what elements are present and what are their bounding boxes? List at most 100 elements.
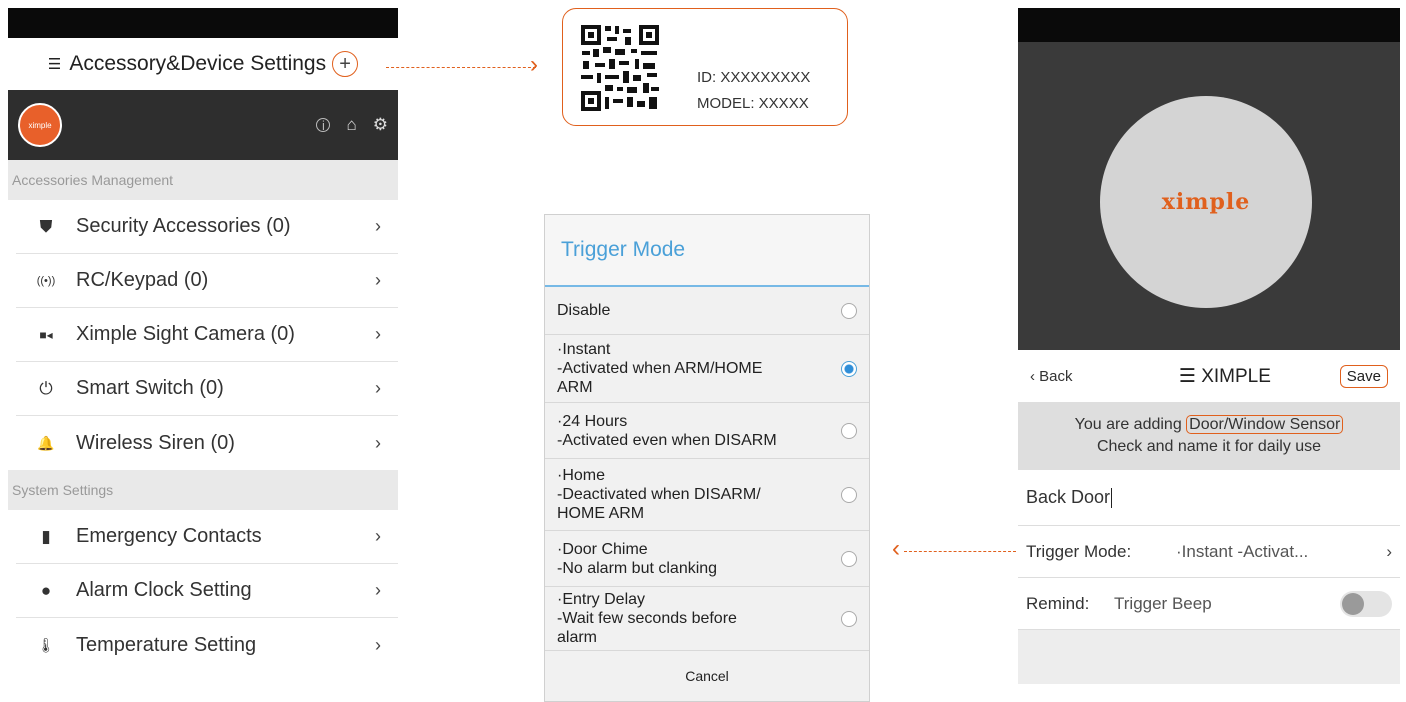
device-id-text: ID: XXXXXXXXX bbox=[697, 69, 811, 86]
dialog-title: Trigger Mode bbox=[545, 215, 869, 287]
section-accessories-management: Accessories Management bbox=[8, 160, 398, 200]
thermometer-icon: 🌡 bbox=[37, 636, 55, 653]
device-qr-label: ID: XXXXXXXXX MODEL: XXXXX bbox=[562, 8, 848, 126]
radio-button[interactable] bbox=[841, 550, 857, 567]
home-icon[interactable]: ⌂ bbox=[346, 115, 356, 135]
trigger-option-entry-delay[interactable]: ·Entry Delay -Wait few seconds before al… bbox=[545, 587, 869, 651]
option-label: Disable bbox=[557, 302, 611, 319]
radio-button-selected[interactable] bbox=[841, 360, 857, 377]
trigger-option-door-chime[interactable]: ·Door Chime -No alarm but clanking bbox=[545, 531, 869, 587]
list-item-label: Temperature Setting bbox=[76, 633, 257, 656]
toggle-knob bbox=[1342, 592, 1364, 615]
chevron-right-icon: › bbox=[1386, 541, 1392, 561]
contacts-icon: ▮ bbox=[41, 526, 51, 546]
shield-icon: ⛊ bbox=[39, 216, 53, 236]
device-model-text: MODEL: XXXXX bbox=[697, 95, 809, 112]
list-item-label: Smart Switch (0) bbox=[76, 377, 224, 399]
nav-bar: ‹ Back ☰ XIMPLE Save bbox=[1018, 350, 1400, 402]
chevron-right-icon: › bbox=[375, 324, 381, 344]
list-item-temperature-setting[interactable]: 🌡 Temperature Setting › bbox=[16, 618, 398, 672]
radio-button[interactable] bbox=[841, 486, 857, 503]
status-bar bbox=[1018, 8, 1400, 42]
page-title-text: XIMPLE bbox=[1201, 365, 1271, 387]
title-bar: ☰ Accessory&Device Settings + bbox=[8, 38, 398, 90]
list-item-smart-switch[interactable]: ⏻ Smart Switch (0) › bbox=[16, 362, 398, 416]
list-item-label: Wireless Siren (0) bbox=[76, 431, 235, 454]
siren-icon: 🔔 bbox=[37, 434, 55, 451]
list-item-label: Security Accessories (0) bbox=[76, 215, 291, 237]
back-button[interactable]: ‹ Back bbox=[1030, 368, 1110, 385]
status-bar bbox=[8, 8, 398, 38]
qr-code-icon bbox=[579, 23, 661, 113]
power-icon: ⏻ bbox=[39, 378, 53, 398]
camera-icon: ■◂ bbox=[39, 327, 53, 342]
chevron-right-icon: › bbox=[375, 216, 381, 236]
ximple-logo: ximple bbox=[1161, 189, 1251, 215]
avatar[interactable]: ximple bbox=[18, 103, 62, 147]
text-caret bbox=[1111, 487, 1113, 508]
device-hero: ximple bbox=[1018, 42, 1400, 350]
intro-line-2: Check and name it for daily use bbox=[1096, 438, 1322, 455]
arrow-right-icon: › bbox=[530, 51, 538, 78]
device-image: ximple bbox=[1100, 96, 1312, 308]
dashed-connector bbox=[904, 551, 1016, 552]
remind-value: Trigger Beep bbox=[1114, 593, 1212, 613]
trigger-option-instant[interactable]: ·Instant -Activated when ARM/HOME ARM bbox=[545, 335, 869, 403]
trigger-mode-dialog: Trigger Mode Disable ·Instant -Activated… bbox=[544, 214, 870, 702]
dashed-connector bbox=[386, 67, 536, 68]
option-label: ·Instant -Activated when ARM/HOME ARM bbox=[557, 341, 763, 396]
device-name-input[interactable]: Back Door bbox=[1018, 470, 1400, 526]
chevron-right-icon: › bbox=[375, 432, 381, 453]
save-button[interactable]: Save bbox=[1339, 364, 1388, 388]
device-type-highlight: Door/Window Sensor bbox=[1186, 415, 1344, 434]
page-title: Accessory&Device Settings bbox=[69, 52, 327, 75]
intro-text: You are adding Door/Window Sensor Check … bbox=[1018, 402, 1400, 470]
device-name-value: Back Door bbox=[1026, 487, 1111, 507]
chevron-right-icon: › bbox=[375, 634, 381, 655]
list-item-rc-keypad[interactable]: ((•)) RC/Keypad (0) › bbox=[16, 254, 398, 308]
list-item-security-accessories[interactable]: ⛊ Security Accessories (0) › bbox=[16, 200, 398, 254]
info-icon[interactable]: i bbox=[316, 118, 331, 133]
trigger-option-disable[interactable]: Disable bbox=[545, 287, 869, 335]
signal-icon: ((•)) bbox=[36, 274, 56, 287]
intro-prefix: You are adding bbox=[1074, 416, 1187, 433]
add-device-button[interactable]: + bbox=[332, 51, 359, 77]
menu-icon[interactable]: ☰ bbox=[48, 55, 61, 73]
chevron-right-icon: › bbox=[375, 580, 381, 600]
arrow-left-icon: ‹ bbox=[892, 535, 900, 562]
accessory-settings-screen: ☰ Accessory&Device Settings + ximple i ⌂… bbox=[8, 8, 398, 702]
chevron-right-icon: › bbox=[375, 270, 381, 290]
list-item-label: RC/Keypad (0) bbox=[76, 269, 209, 291]
option-label: ·Door Chime -No alarm but clanking bbox=[557, 540, 718, 577]
list-item-label: Ximple Sight Camera (0) bbox=[76, 323, 295, 345]
trigger-beep-toggle[interactable] bbox=[1340, 590, 1392, 617]
option-label: ·24 Hours -Activated even when DISARM bbox=[557, 412, 777, 449]
list-item-alarm-clock-setting[interactable]: ● Alarm Clock Setting › bbox=[16, 564, 398, 618]
list-item-ximple-sight-camera[interactable]: ■◂ Ximple Sight Camera (0) › bbox=[16, 308, 398, 362]
page-title: ☰ XIMPLE bbox=[1110, 365, 1340, 388]
trigger-option-24-hours[interactable]: ·24 Hours -Activated even when DISARM bbox=[545, 403, 869, 459]
header-bar: ximple i ⌂ ⚙ bbox=[8, 90, 398, 160]
trigger-mode-row[interactable]: Trigger Mode: ·Instant -Activat... › bbox=[1018, 526, 1400, 578]
chevron-right-icon: › bbox=[375, 526, 381, 546]
list-item-wireless-siren[interactable]: 🔔 Wireless Siren (0) › bbox=[16, 416, 398, 470]
menu-icon[interactable]: ☰ bbox=[1179, 366, 1201, 387]
list-item-emergency-contacts[interactable]: ▮ Emergency Contacts › bbox=[16, 510, 398, 564]
section-system-settings: System Settings bbox=[8, 470, 398, 510]
remind-label: Remind: bbox=[1026, 593, 1090, 613]
clock-icon: ● bbox=[40, 580, 52, 600]
chevron-right-icon: › bbox=[375, 378, 381, 398]
list-item-label: Alarm Clock Setting bbox=[76, 579, 252, 601]
add-device-screen: ximple ‹ Back ☰ XIMPLE Save You are addi… bbox=[1018, 8, 1400, 684]
radio-button[interactable] bbox=[841, 422, 857, 439]
trigger-mode-value: ·Instant -Activat... bbox=[1176, 541, 1309, 561]
cancel-button[interactable]: Cancel bbox=[545, 651, 869, 701]
list-item-label: Emergency Contacts bbox=[76, 525, 262, 547]
remind-row: Remind: Trigger Beep bbox=[1018, 578, 1400, 630]
radio-button[interactable] bbox=[841, 302, 857, 319]
trigger-option-home[interactable]: ·Home -Deactivated when DISARM/ HOME ARM bbox=[545, 459, 869, 531]
trigger-mode-label: Trigger Mode: bbox=[1026, 541, 1132, 561]
radio-button[interactable] bbox=[841, 610, 857, 627]
option-label: ·Entry Delay -Wait few seconds before al… bbox=[557, 591, 737, 646]
gear-icon[interactable]: ⚙ bbox=[373, 115, 388, 135]
